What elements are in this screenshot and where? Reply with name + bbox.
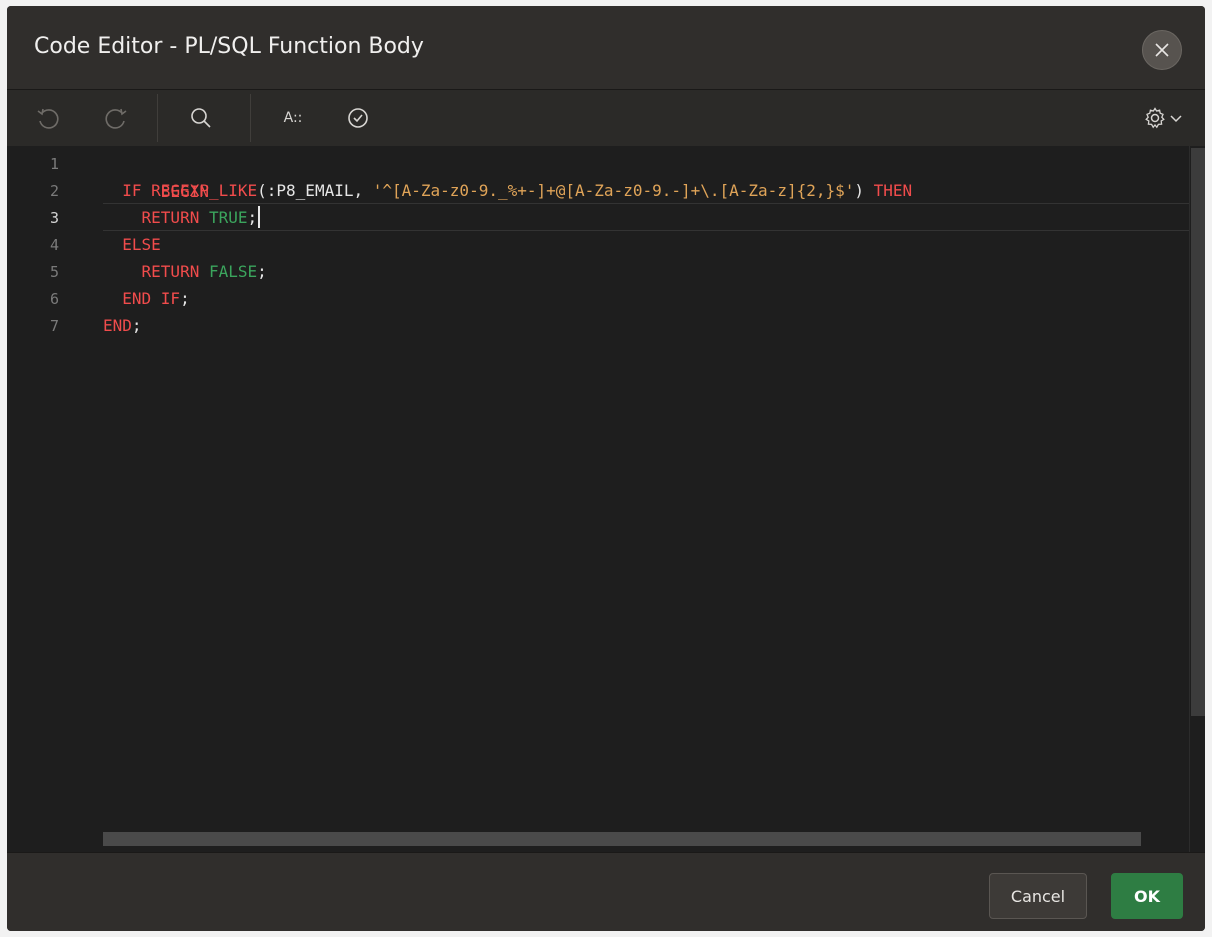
code-token: END [103, 316, 132, 335]
line-number: 6 [49, 290, 59, 308]
code-token: REGEXP_LIKE [151, 181, 258, 200]
code-line[interactable]: BEGIN [103, 150, 209, 201]
dialog-title: Code Editor - PL/SQL Function Body [34, 34, 424, 59]
horizontal-scrollbar-thumb[interactable] [103, 832, 1141, 846]
code-token: ; [257, 262, 267, 281]
redo-button[interactable] [99, 100, 135, 136]
code-line[interactable]: END IF; [103, 285, 190, 313]
code-line[interactable]: RETURN TRUE; [103, 204, 261, 232]
text-cursor [258, 206, 261, 228]
code-token: ELSE [103, 235, 161, 254]
toolbar-divider [157, 94, 158, 142]
line-number: 2 [49, 182, 59, 200]
settings-menu-button[interactable] [1137, 100, 1189, 136]
validate-icon [348, 108, 368, 128]
code-token: IF [103, 181, 152, 200]
code-line[interactable]: ELSE [103, 231, 161, 259]
code-editor-dialog: Code Editor - PL/SQL Function Body A:: 1… [7, 6, 1205, 931]
redo-icon [105, 108, 127, 129]
code-token: ; [247, 208, 258, 227]
close-button[interactable] [1142, 30, 1182, 70]
undo-icon [37, 108, 59, 129]
editor-toolbar: A:: [7, 90, 1205, 146]
code-line[interactable]: END; [103, 312, 142, 340]
code-token: ) [854, 181, 874, 200]
ok-button[interactable]: OK [1111, 873, 1183, 919]
line-number: 5 [49, 263, 59, 281]
line-number: 1 [49, 155, 59, 173]
search-button[interactable] [183, 100, 219, 136]
autocomplete-icon: A:: [283, 110, 303, 126]
code-line[interactable]: IF REGEXP_LIKE(:P8_EMAIL, '^[A-Za-z0-9._… [103, 177, 912, 205]
code-editor-area[interactable]: 1 2 3 4 5 6 7 BEGIN IF REGEXP_LIKE(:P8_E… [7, 146, 1205, 852]
validate-button[interactable] [340, 100, 376, 136]
code-token: TRUE [208, 208, 248, 227]
autocomplete-button[interactable]: A:: [275, 100, 311, 136]
code-token: THEN [873, 181, 913, 200]
vertical-scrollbar-thumb[interactable] [1191, 148, 1205, 716]
active-line-highlight [103, 203, 1193, 231]
line-number: 3 [49, 209, 59, 227]
dialog-titlebar: Code Editor - PL/SQL Function Body [7, 6, 1205, 90]
code-token: RETURN [103, 262, 209, 281]
settings-icon [1145, 107, 1165, 129]
toolbar-divider [250, 94, 251, 142]
cancel-button[interactable]: Cancel [989, 873, 1087, 919]
code-token: ; [180, 289, 190, 308]
dialog-footer: Cancel OK [7, 852, 1205, 931]
undo-button[interactable] [29, 100, 65, 136]
line-number: 7 [49, 317, 59, 335]
code-token: FALSE [208, 262, 258, 281]
code-token: RETURN [103, 208, 209, 227]
code-token: (:P8_EMAIL, [257, 181, 373, 200]
chevron-down-icon [1170, 115, 1182, 123]
code-token: END IF [103, 289, 181, 308]
line-number: 4 [49, 236, 59, 254]
close-icon [1155, 43, 1169, 57]
line-number-gutter: 1 2 3 4 5 6 7 [7, 146, 79, 852]
search-icon [191, 108, 211, 128]
code-token: ; [131, 316, 142, 335]
code-line[interactable]: RETURN FALSE; [103, 258, 267, 286]
code-token: '^[A-Za-z0-9._%+-]+@[A-Za-z0-9.-]+\.[A-Z… [372, 181, 855, 200]
